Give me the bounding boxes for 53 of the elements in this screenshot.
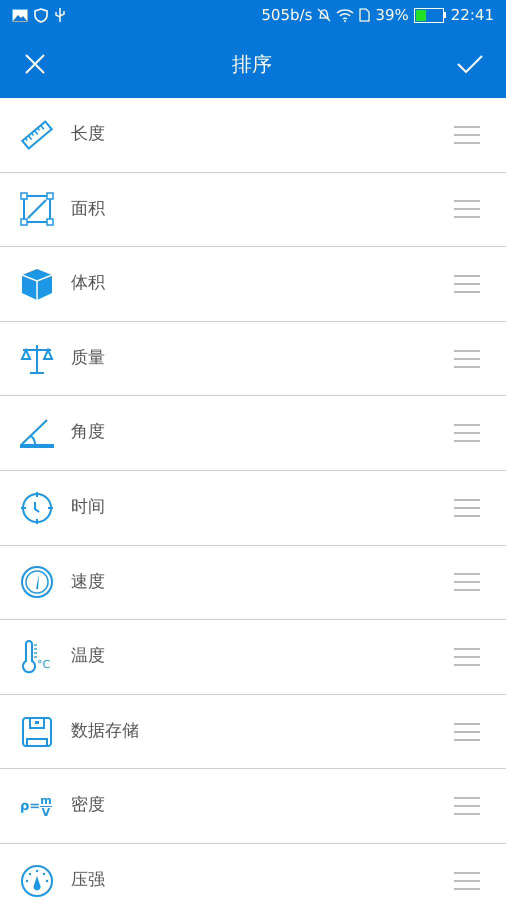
item-label: 压强 <box>71 868 105 892</box>
drag-handle-icon[interactable] <box>454 573 480 592</box>
drag-handle-icon[interactable] <box>454 200 480 218</box>
usb-icon <box>54 7 66 23</box>
list-item[interactable]: 时间 <box>0 470 506 546</box>
network-speed: 505b/s <box>261 4 312 26</box>
drag-handle-icon[interactable] <box>454 498 480 517</box>
list-item[interactable]: 质量 <box>0 322 506 396</box>
drag-handle-icon[interactable] <box>454 350 480 368</box>
list-item[interactable]: °C 温度 <box>0 620 506 695</box>
shield-icon <box>34 8 48 22</box>
clock-icon <box>20 490 54 525</box>
item-label: 角度 <box>71 421 105 444</box>
formula-symbol: ρ= <box>20 800 40 813</box>
drag-handle-icon[interactable] <box>454 648 480 666</box>
speedometer-icon <box>20 565 54 600</box>
cube-icon <box>20 266 54 301</box>
picture-icon <box>12 8 28 22</box>
item-label: 时间 <box>71 496 105 520</box>
ruler-icon <box>20 118 54 152</box>
list-item[interactable]: 数据存储 <box>0 694 506 770</box>
pressure-gauge-icon <box>20 864 54 898</box>
list-item[interactable]: 体积 <box>0 247 506 322</box>
list-item[interactable]: 速度 <box>0 546 506 620</box>
item-label: 体积 <box>71 272 105 296</box>
clock-time: 22:41 <box>450 4 494 26</box>
drag-handle-icon[interactable] <box>454 722 480 741</box>
item-label: 密度 <box>71 794 105 818</box>
screen-title: 排序 <box>232 51 272 78</box>
list-item[interactable]: 面积 <box>0 172 506 248</box>
item-label: 速度 <box>71 570 105 594</box>
battery-percent: 39% <box>375 4 409 26</box>
item-label: 长度 <box>71 123 105 146</box>
item-label: 数据存储 <box>71 720 139 743</box>
list-item[interactable]: 压强 <box>0 844 506 900</box>
formula-numerator: m <box>40 794 52 807</box>
battery-icon <box>414 8 446 22</box>
celsius-label: °C <box>37 658 50 670</box>
list-item[interactable]: 角度 <box>0 396 506 471</box>
drag-handle-icon[interactable] <box>454 126 480 144</box>
drag-handle-icon[interactable] <box>454 424 480 442</box>
area-icon <box>20 192 54 226</box>
drag-handle-icon[interactable] <box>454 872 480 890</box>
formula-denominator: V <box>42 806 50 818</box>
item-label: 温度 <box>71 645 105 668</box>
drag-handle-icon[interactable] <box>454 274 480 293</box>
item-label: 面积 <box>71 198 105 221</box>
list-item[interactable]: 长度 <box>0 98 506 173</box>
sim-card-icon <box>359 8 370 22</box>
item-label: 质量 <box>71 346 105 370</box>
muted-bell-icon <box>317 8 332 22</box>
drag-handle-icon[interactable] <box>454 797 480 816</box>
wifi-icon <box>336 8 354 22</box>
